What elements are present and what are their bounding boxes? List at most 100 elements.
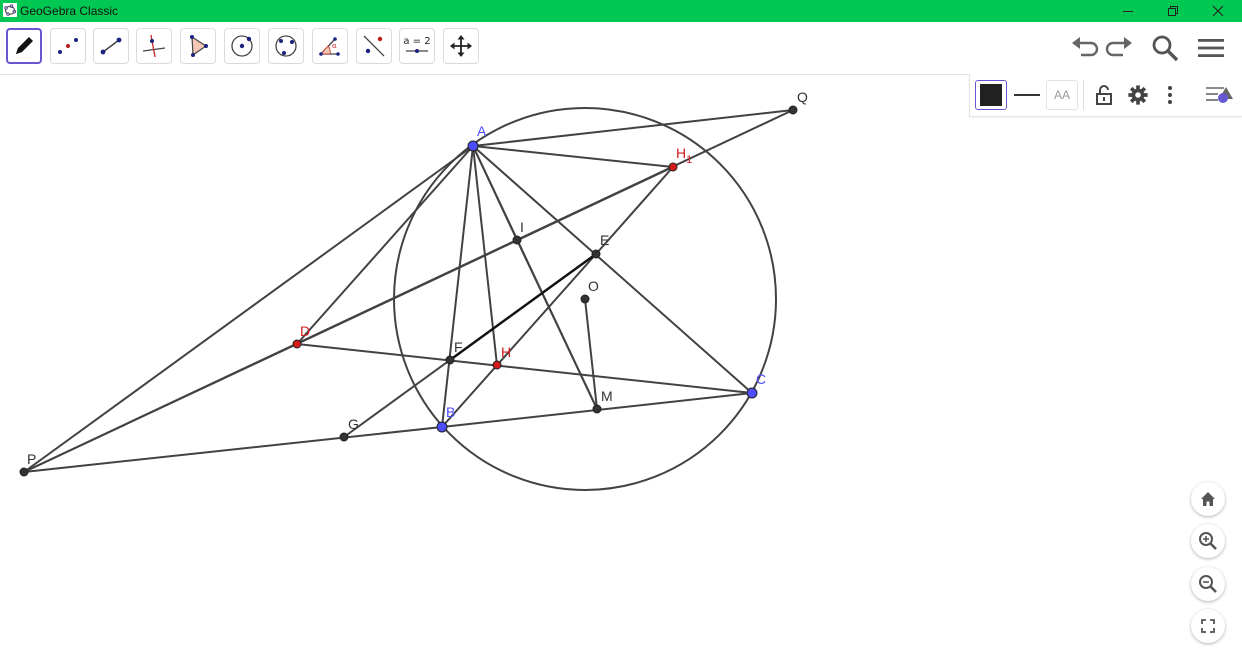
segment-aq[interactable] (472, 109, 794, 147)
more-options-button[interactable] (1160, 80, 1180, 110)
move-view-icon (450, 35, 472, 57)
pen-tool-button[interactable] (6, 28, 42, 64)
point-label-g: G (348, 416, 359, 432)
point-label-subscript: 1 (686, 154, 692, 166)
segment-fe[interactable] (449, 253, 597, 361)
point-c[interactable] (746, 387, 758, 399)
main-menu-button[interactable] (1193, 22, 1229, 74)
fullscreen-icon (1201, 619, 1215, 633)
move-view-tool-button[interactable] (443, 28, 479, 64)
segment-ap[interactable] (23, 145, 474, 473)
redo-button[interactable] (1102, 22, 1138, 74)
angle-tool-button[interactable]: α (312, 28, 348, 64)
settings-button[interactable] (1122, 80, 1154, 110)
zoom-out-button[interactable] (1191, 567, 1225, 601)
slider-tool-label: a = 2 (403, 36, 431, 47)
redo-icon (1105, 37, 1132, 57)
segment-pq[interactable] (23, 109, 794, 473)
point-label-o: O (588, 278, 599, 294)
point-tool-button[interactable] (50, 28, 86, 64)
point-b[interactable] (436, 421, 448, 433)
point-label-h: H (501, 344, 511, 360)
gear-icon (1128, 85, 1148, 105)
search-button[interactable] (1147, 22, 1183, 74)
style-bar: AA (969, 74, 1242, 117)
point-g[interactable] (339, 432, 349, 442)
graphics-view[interactable]: ABCDEFGHIMOPQH1 (0, 74, 1242, 660)
point-label-i: I (520, 219, 524, 235)
point-o[interactable] (580, 294, 590, 304)
reflect-icon (363, 35, 385, 57)
minimize-button[interactable] (1105, 0, 1151, 22)
slider-track-icon (405, 49, 428, 53)
undo-button[interactable] (1066, 22, 1102, 74)
perpendicular-line-icon (142, 34, 166, 58)
point-d[interactable] (292, 339, 302, 349)
line-style-icon (1014, 94, 1040, 96)
point-icon (58, 38, 78, 54)
fullscreen-button[interactable] (1191, 609, 1225, 643)
perpendicular-tool-button[interactable] (136, 28, 172, 64)
segment-icon (100, 37, 122, 55)
point-label-m: M (601, 388, 613, 404)
zoom-in-button[interactable] (1191, 524, 1225, 558)
standard-view-button[interactable] (1191, 482, 1225, 516)
circle-three-points-icon (275, 35, 297, 57)
circle-tool-button[interactable] (224, 28, 260, 64)
geometry-construction: ABCDEFGHIMOPQH1 (19, 89, 808, 491)
polygon-icon (190, 35, 208, 57)
title-bar: GeoGebra Classic (0, 0, 1242, 22)
point-m[interactable] (592, 404, 602, 414)
point-p[interactable] (19, 467, 29, 477)
segment-ab[interactable] (441, 145, 474, 428)
point-label-e: E (600, 232, 609, 248)
segment-ac[interactable] (472, 145, 753, 394)
restore-icon (1168, 6, 1178, 16)
point-a[interactable] (467, 140, 479, 152)
point-h1[interactable] (668, 162, 678, 172)
unlocked-icon (1096, 85, 1112, 105)
segment-pb[interactable] (23, 426, 443, 473)
line-style-button[interactable] (1010, 80, 1044, 110)
point-label-q: Q (797, 89, 808, 105)
point-label-b: B (446, 404, 455, 420)
point-i[interactable] (512, 235, 522, 245)
segment-ad[interactable] (296, 145, 474, 345)
circle-three-points-tool-button[interactable] (268, 28, 304, 64)
pen-icon (16, 37, 33, 54)
close-icon (1212, 5, 1224, 17)
point-q[interactable] (788, 105, 798, 115)
segment-om[interactable] (584, 298, 598, 410)
restore-button[interactable] (1150, 0, 1196, 22)
segment-tool-button[interactable] (93, 28, 129, 64)
fix-object-button[interactable] (1089, 80, 1119, 110)
color-button[interactable] (975, 80, 1007, 110)
segment-dc[interactable] (296, 343, 753, 394)
toggle-style-bar-button[interactable] (1202, 80, 1238, 110)
geogebra-logo-icon (3, 3, 17, 17)
point-label-a: A (477, 123, 487, 139)
angle-icon: α (319, 37, 340, 56)
close-button[interactable] (1195, 0, 1241, 22)
point-label-c: C (756, 371, 766, 387)
toolbar: α a = 2 (0, 22, 1242, 75)
text-size-button[interactable]: AA (1046, 80, 1078, 110)
segment-ah1[interactable] (472, 145, 674, 168)
undo-icon (1072, 37, 1099, 57)
point-h[interactable] (492, 360, 502, 370)
color-swatch (980, 84, 1002, 106)
point-f[interactable] (445, 355, 455, 365)
segment-be[interactable] (441, 253, 597, 428)
home-icon (1201, 492, 1215, 506)
zoom-in-icon (1199, 532, 1217, 550)
circle-center-point-icon (231, 35, 253, 57)
slider-tool-button[interactable]: a = 2 (399, 28, 435, 64)
reflect-tool-button[interactable] (356, 28, 392, 64)
point-e[interactable] (591, 249, 601, 259)
point-label-p: P (27, 451, 36, 467)
polygon-tool-button[interactable] (180, 28, 216, 64)
search-icon (1152, 35, 1179, 62)
stylebar-divider (1083, 80, 1084, 110)
style-bar-toggle-icon (1206, 87, 1233, 103)
svg-text:α: α (332, 42, 337, 50)
